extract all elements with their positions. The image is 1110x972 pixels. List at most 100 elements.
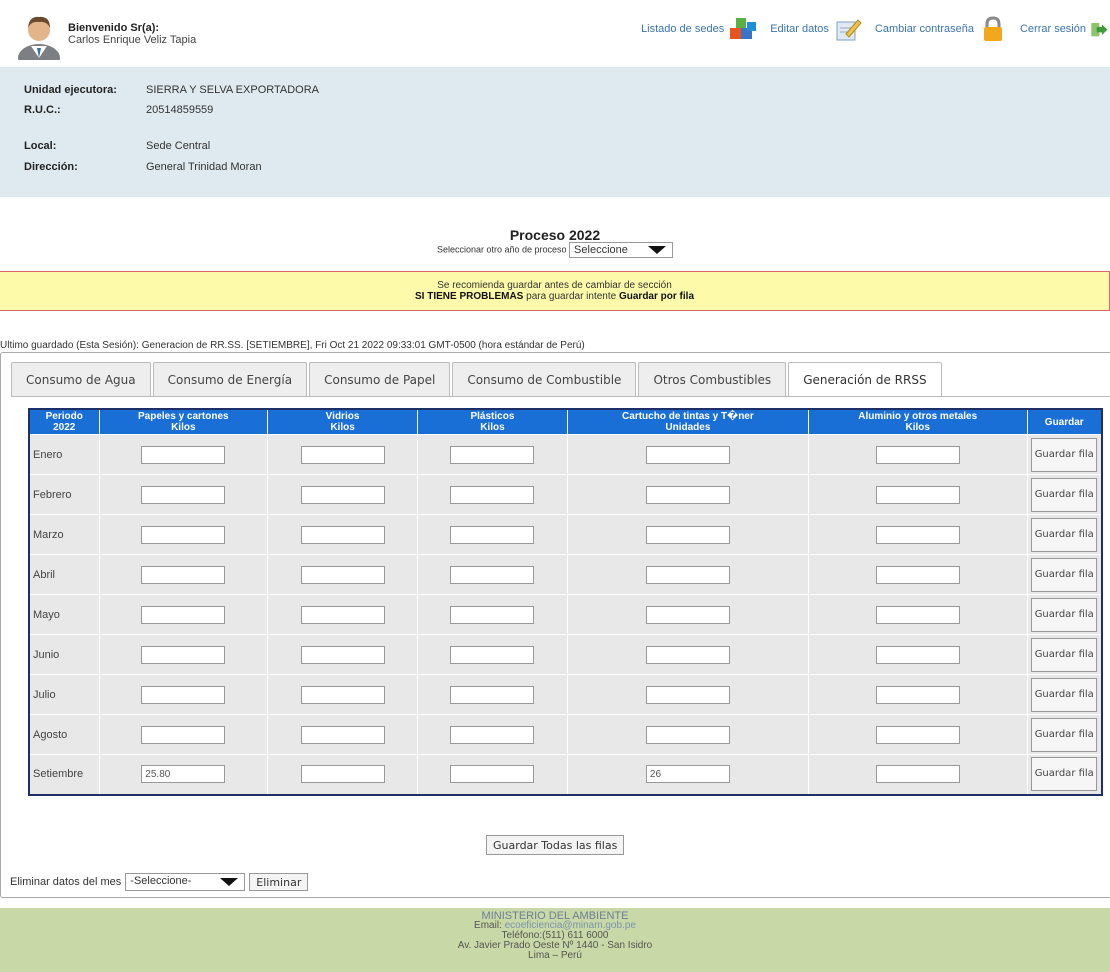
tab-otros-combustibles[interactable]: Otros Combustibles (638, 362, 787, 396)
ruc-value: 20514859559 (146, 104, 214, 116)
value-cell (98, 714, 269, 755)
col-name: Aluminio y otros metales (858, 411, 978, 422)
save-all-rows-button[interactable]: Guardar Todas las filas (486, 835, 625, 855)
delete-month-select[interactable]: -Seleccione- (125, 873, 246, 891)
table-header-row: Periodo 2022 Papeles y cartones Kilos Vi… (28, 408, 1103, 435)
value-input[interactable] (875, 485, 960, 504)
value-input[interactable] (875, 725, 960, 744)
value-input[interactable] (645, 645, 730, 664)
value-input[interactable] (450, 525, 535, 544)
tab-generacion-rrss[interactable]: Generación de RRSS (788, 362, 942, 397)
value-input[interactable] (141, 525, 226, 544)
value-input[interactable] (141, 765, 226, 784)
value-cell (416, 554, 568, 595)
value-input[interactable] (300, 525, 385, 544)
value-input[interactable] (875, 685, 960, 704)
value-input[interactable] (300, 445, 385, 464)
warning-banner: Se recomienda guardar antes de cambiar d… (0, 271, 1110, 311)
value-input[interactable] (450, 725, 535, 744)
value-input[interactable] (300, 725, 385, 744)
save-cell: Guardar fila (1026, 594, 1103, 635)
tab-consumo-papel[interactable]: Consumo de Papel (309, 362, 451, 396)
delete-button[interactable]: Eliminar (249, 873, 309, 891)
value-input[interactable] (141, 685, 226, 704)
save-cell: Guardar fila (1026, 754, 1103, 795)
value-input[interactable] (875, 445, 960, 464)
value-cell (807, 514, 1028, 555)
value-input[interactable] (645, 565, 730, 584)
value-input[interactable] (141, 445, 226, 464)
tab-consumo-combustible[interactable]: Consumo de Combustible (452, 362, 637, 396)
value-input[interactable] (141, 565, 226, 584)
blocks-icon (730, 18, 757, 39)
save-row-button[interactable]: Guardar fila (1031, 597, 1098, 632)
value-input[interactable] (300, 565, 385, 584)
value-input[interactable] (875, 765, 960, 784)
value-input[interactable] (300, 765, 385, 784)
process-select-label: Seleccionar otro año de proceso (436, 244, 567, 255)
link-listado-sedes[interactable]: Listado de sedes (641, 14, 758, 44)
value-cell (807, 474, 1028, 515)
process-year-select[interactable]: Seleccione (569, 242, 674, 258)
tab-consumo-agua[interactable]: Consumo de Agua (11, 362, 151, 396)
process-select-value: Seleccione (574, 244, 628, 256)
save-row-button[interactable]: Guardar fila (1031, 437, 1098, 472)
value-input[interactable] (300, 605, 385, 624)
value-input[interactable] (645, 445, 730, 464)
save-row-button[interactable]: Guardar fila (1031, 557, 1098, 592)
value-input[interactable] (875, 525, 960, 544)
value-input[interactable] (450, 765, 535, 784)
value-cell (566, 514, 809, 555)
value-cell (267, 594, 418, 635)
save-row-button[interactable]: Guardar fila (1031, 637, 1098, 672)
link-label: Cerrar sesión (1019, 23, 1086, 35)
link-editar-datos[interactable]: Editar datos (770, 14, 863, 44)
value-input[interactable] (141, 605, 226, 624)
value-input[interactable] (875, 605, 960, 624)
value-input[interactable] (450, 685, 535, 704)
save-row-button[interactable]: Guardar fila (1031, 757, 1098, 792)
save-row-button[interactable]: Guardar fila (1031, 517, 1098, 552)
user-avatar-icon (18, 16, 60, 60)
value-input[interactable] (450, 485, 535, 504)
value-input[interactable] (645, 685, 730, 704)
value-input[interactable] (141, 485, 226, 504)
value-input[interactable] (645, 765, 730, 784)
table-row: Junio Guardar fila (28, 634, 1103, 675)
value-cell (267, 634, 418, 675)
value-input[interactable] (645, 485, 730, 504)
value-input[interactable] (141, 725, 226, 744)
value-input[interactable] (450, 605, 535, 624)
table-row: Febrero Guardar fila (28, 474, 1103, 515)
value-input[interactable] (450, 645, 535, 664)
link-cambiar-contrasena[interactable]: Cambiar contraseña (875, 14, 1008, 44)
save-row-button[interactable]: Guardar fila (1031, 477, 1098, 512)
value-input[interactable] (300, 645, 385, 664)
save-row-button[interactable]: Guardar fila (1031, 717, 1098, 752)
value-cell (98, 434, 269, 475)
value-input[interactable] (875, 645, 960, 664)
col-aluminio: Aluminio y otros metales Kilos (807, 408, 1028, 435)
link-cerrar-sesion[interactable]: Cerrar sesión (1020, 14, 1110, 44)
value-input[interactable] (875, 565, 960, 584)
table-body: Enero Guardar fila Febrero Guardar fila Marz… (28, 434, 1103, 795)
value-input[interactable] (141, 645, 226, 664)
value-input[interactable] (300, 485, 385, 504)
value-input[interactable] (645, 605, 730, 624)
col-unit: Kilos (480, 422, 505, 433)
value-input[interactable] (450, 565, 535, 584)
col-periodo: Periodo 2022 (28, 408, 100, 435)
value-input[interactable] (450, 445, 535, 464)
value-input[interactable] (645, 725, 730, 744)
value-input[interactable] (300, 685, 385, 704)
value-cell (566, 674, 809, 715)
warning-line1: Se recomienda guardar antes de cambiar d… (437, 280, 672, 291)
value-cell (416, 434, 568, 475)
value-input[interactable] (645, 525, 730, 544)
save-cell: Guardar fila (1026, 554, 1103, 595)
save-row-button[interactable]: Guardar fila (1031, 677, 1098, 712)
col-papeles: Papeles y cartones Kilos (98, 408, 269, 435)
tab-consumo-energia[interactable]: Consumo de Energía (152, 362, 308, 396)
col-cartucho: Cartucho de tintas y T�ner Unidades (566, 408, 809, 435)
tab-bar: Consumo de Agua Consumo de Energía Consu… (11, 362, 944, 397)
